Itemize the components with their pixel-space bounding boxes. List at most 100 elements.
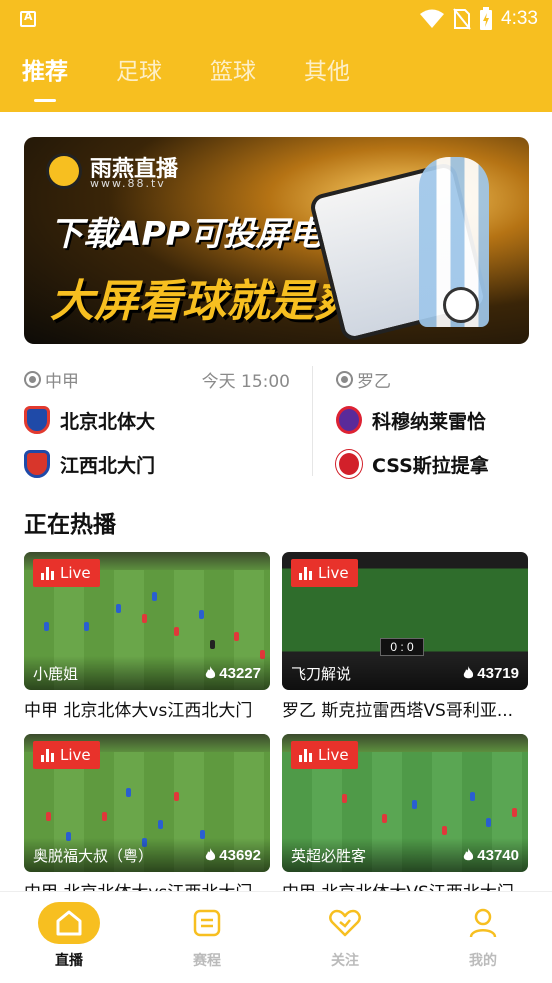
team-name: 北京北体大 (60, 410, 156, 433)
heart-icon (329, 909, 361, 937)
team-name: 江西北大门 (60, 454, 156, 477)
nav-live[interactable]: 直播 (0, 892, 138, 983)
nav-icon-wrap (314, 902, 376, 944)
heat-count: 43227 (205, 665, 261, 682)
league-name: 中甲 (45, 371, 79, 392)
heat-value: 43719 (477, 664, 519, 682)
nav-label: 直播 (55, 953, 83, 969)
live-thumbnail: Live 小鹿姐 43227 (24, 552, 270, 690)
banner-slogan: 大屏看球就是爽 (50, 276, 358, 327)
league: 罗乙 (336, 367, 391, 392)
live-bars-icon (41, 748, 54, 762)
match-header: 罗乙 今天 (336, 360, 552, 398)
streamer-name: 飞刀解说 (291, 664, 352, 683)
card-title: 中甲 北京北体大vs江西北大门 (24, 701, 253, 721)
live-label: Live (60, 746, 91, 764)
scoreboard: 0 : 0 (380, 638, 424, 656)
heat-count: 43719 (463, 665, 519, 682)
heat-value: 43692 (219, 846, 261, 864)
heat-count: 43740 (463, 847, 519, 864)
live-label: Live (318, 564, 349, 582)
nav-icon-wrap (38, 902, 100, 944)
live-card[interactable]: Live 小鹿姐 43227 中甲 北京北体大vs江西北大门 (24, 552, 270, 721)
thumbnail-footer: 奥脱福大叔（粤） 43692 (24, 838, 270, 872)
match-carousel: 中甲 今天 15:00 北京北体大 江西北大门 罗乙 今天 科穆纳莱雷恰 CSS… (0, 360, 552, 490)
live-thumbnail: 0 : 0 Live 飞刀解说 43719 (282, 552, 528, 690)
match-card[interactable]: 中甲 今天 15:00 北京北体大 江西北大门 (24, 360, 290, 490)
status-bar: 4:33 (0, 0, 552, 38)
live-thumbnail: Live 奥脱福大叔（粤） 43692 (24, 734, 270, 872)
clock: 4:33 (501, 8, 538, 29)
status-icons: 4:33 (419, 6, 538, 32)
live-label: Live (318, 746, 349, 764)
nav-schedule[interactable]: 赛程 (138, 892, 276, 983)
live-thumbnail: Live 英超必胜客 43740 (282, 734, 528, 872)
profile-icon (469, 908, 497, 938)
flame-icon (464, 848, 474, 861)
live-card[interactable]: 0 : 0 Live 飞刀解说 43719 罗乙 斯克拉雷西塔VS哥利亚... (282, 552, 528, 721)
live-card[interactable]: Live 奥脱福大叔（粤） 43692 中甲 北京北体大vs江西北大门 (24, 734, 270, 903)
battery-charging-icon (480, 7, 493, 30)
promo-banner[interactable]: 雨燕直播 www.88.tv 下载APP可投屏电视 大屏看球就是爽 (24, 137, 529, 344)
heat-value: 43740 (477, 846, 519, 864)
football-icon (24, 370, 41, 388)
team-name: CSS斯拉提拿 (372, 454, 489, 477)
live-bars-icon (299, 748, 312, 762)
nav-icon-wrap (176, 902, 238, 944)
home-team: 科穆纳莱雷恰 (336, 398, 552, 442)
bottom-navigation: 直播 赛程 关注 我的 (0, 891, 552, 983)
nav-label: 关注 (331, 953, 359, 969)
tab-recommended[interactable]: 推荐 (22, 52, 68, 102)
live-bars-icon (299, 566, 312, 580)
category-tabs: 推荐 足球 篮球 其他 (0, 52, 376, 102)
streamer-name: 小鹿姐 (33, 664, 79, 683)
live-badge: Live (291, 559, 358, 587)
team-badge-icon (336, 406, 362, 434)
section-title: 正在热播 (24, 512, 116, 538)
away-team: 江西北大门 (24, 442, 290, 486)
tab-football[interactable]: 足球 (116, 52, 162, 102)
flame-icon (206, 666, 216, 679)
nav-icon-wrap (452, 902, 514, 944)
team-badge-icon (336, 450, 362, 478)
tab-basketball[interactable]: 篮球 (210, 52, 256, 102)
live-bars-icon (41, 566, 54, 580)
league: 中甲 (24, 367, 79, 392)
app-notification-icon (20, 10, 36, 27)
live-badge: Live (33, 741, 100, 769)
match-divider (312, 366, 313, 476)
team-badge-icon (24, 406, 50, 434)
thumbnail-footer: 飞刀解说 43719 (282, 656, 528, 690)
no-sim-icon (453, 8, 471, 30)
home-team: 北京北体大 (24, 398, 290, 442)
banner-headline: 下载APP可投屏电视 (50, 214, 355, 253)
thumbnail-footer: 小鹿姐 43227 (24, 656, 270, 690)
card-title: 罗乙 斯克拉雷西塔VS哥利亚... (282, 701, 514, 721)
brand-logo-icon (46, 153, 82, 189)
nav-profile[interactable]: 我的 (414, 892, 552, 983)
live-badge: Live (33, 559, 100, 587)
football-illustration (443, 287, 479, 323)
live-badge: Live (291, 741, 358, 769)
header: 4:33 推荐 足球 篮球 其他 (0, 0, 552, 112)
league-name: 罗乙 (357, 371, 391, 392)
match-header: 中甲 今天 15:00 (24, 360, 290, 398)
flame-icon (464, 666, 474, 679)
tab-other[interactable]: 其他 (304, 52, 350, 102)
banner-url: www.88.tv (90, 177, 166, 190)
thumbnail-footer: 英超必胜客 43740 (282, 838, 528, 872)
heat-value: 43227 (219, 664, 261, 682)
team-badge-icon (24, 450, 50, 478)
nav-follow[interactable]: 关注 (276, 892, 414, 983)
live-card[interactable]: Live 英超必胜客 43740 中甲 北京北体大VS江西北大门 (282, 734, 528, 903)
nav-label: 赛程 (193, 953, 221, 969)
match-card[interactable]: 罗乙 今天 科穆纳莱雷恰 CSS斯拉提拿 (336, 360, 552, 490)
away-team: CSS斯拉提拿 (336, 442, 552, 486)
match-time: 今天 15:00 (201, 371, 290, 392)
streamer-name: 奥脱福大叔（粤） (33, 846, 154, 865)
flame-icon (206, 848, 216, 861)
wifi-icon (420, 9, 445, 28)
schedule-icon (193, 909, 221, 937)
team-name: 科穆纳莱雷恰 (372, 410, 487, 433)
heat-count: 43692 (205, 847, 261, 864)
